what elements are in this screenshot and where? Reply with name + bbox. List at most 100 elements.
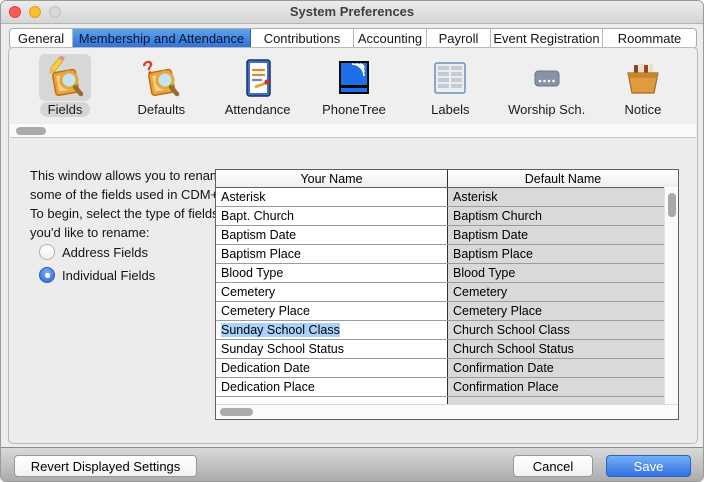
preferences-tab-bar: General Membership and Attendance Contri… (9, 28, 697, 49)
your-name-cell[interactable]: Blood Type (216, 264, 448, 282)
title-bar: System Preferences (1, 1, 703, 24)
toolbar-label-attendance: Attendance (217, 102, 299, 117)
zoom-button (49, 6, 61, 18)
table-row: Baptism Place Baptism Place (216, 245, 678, 264)
your-name-cell[interactable]: Sunday School Class (216, 321, 448, 339)
default-name-cell: Confirmation Place (448, 378, 678, 396)
radio-individual-fields[interactable]: Individual Fields (39, 267, 155, 283)
toolbar-label-phonetree: PhoneTree (314, 102, 394, 117)
default-name-text: Church School Class (453, 323, 570, 337)
your-name-cell[interactable]: Dedication Place (216, 378, 448, 396)
your-name-cell[interactable]: Cemetery (216, 283, 448, 301)
table-horizontal-scrollbar[interactable] (216, 404, 678, 419)
your-name-cell[interactable]: Dedication Date (216, 359, 448, 377)
tab-roommate[interactable]: Roommate (603, 29, 696, 48)
tab-membership-and-attendance[interactable]: Membership and Attendance (73, 29, 251, 48)
your-name-text: Cemetery (221, 285, 275, 299)
table-row: Baptism Date Baptism Date (216, 226, 678, 245)
your-name-cell[interactable]: Cemetery Place (216, 302, 448, 320)
fields-icon (39, 54, 91, 101)
radio-button-selected[interactable] (39, 267, 55, 283)
worship-schedule-icon (521, 54, 573, 101)
fields-table: Your Name Default Name Asterisk Asterisk… (215, 169, 679, 420)
your-name-text: Baptism Place (221, 247, 301, 261)
tab-general[interactable]: General (10, 29, 73, 48)
default-name-cell: Blood Type (448, 264, 678, 282)
default-name-cell: Asterisk (448, 188, 678, 206)
phonetree-icon (328, 54, 380, 101)
tab-contributions[interactable]: Contributions (251, 29, 354, 48)
table-body: Asterisk Asterisk Bapt. Church Baptism C… (216, 188, 678, 397)
default-name-cell: Baptism Place (448, 245, 678, 263)
radio-button-unselected[interactable] (39, 244, 55, 260)
your-name-cell[interactable]: Bapt. Church (216, 207, 448, 225)
default-name-text: Church School Status (453, 342, 574, 356)
toolbar-item-phonetree[interactable]: PhoneTree (308, 54, 400, 124)
toolbar-item-fields[interactable]: Fields (19, 54, 111, 124)
notice-icon (617, 54, 669, 101)
table-row: Dedication Date Confirmation Date (216, 359, 678, 378)
table-hscroll-thumb[interactable] (220, 408, 253, 416)
cancel-button[interactable]: Cancel (513, 455, 593, 477)
toolbar-label-worship-schedule: Worship Sch. (500, 102, 593, 117)
toolbar-item-defaults[interactable]: ? Defaults (115, 54, 207, 124)
default-name-cell: Cemetery Place (448, 302, 678, 320)
save-button[interactable]: Save (606, 455, 691, 477)
default-name-cell: Confirmation Date (448, 359, 678, 377)
column-header-default-name[interactable]: Default Name (448, 170, 678, 187)
your-name-cell[interactable]: Baptism Date (216, 226, 448, 244)
table-row: Blood Type Blood Type (216, 264, 678, 283)
tab-payroll[interactable]: Payroll (427, 29, 491, 48)
close-button[interactable] (9, 6, 21, 18)
table-row: Cemetery Place Cemetery Place (216, 302, 678, 321)
table-vertical-scrollbar[interactable] (664, 187, 678, 405)
tab-event-registration[interactable]: Event Registration (491, 29, 603, 48)
membership-pane: Fields ? Defaults (8, 47, 698, 444)
default-name-text: Baptism Place (453, 247, 533, 261)
default-name-cell: Church School Class (448, 321, 678, 339)
revert-displayed-settings-button[interactable]: Revert Displayed Settings (14, 455, 197, 477)
table-header: Your Name Default Name (216, 170, 678, 188)
labels-icon (424, 54, 476, 101)
toolbar-item-labels[interactable]: Labels (404, 54, 496, 124)
default-name-cell: Church School Status (448, 340, 678, 358)
tab-accounting[interactable]: Accounting (354, 29, 427, 48)
system-preferences-window: System Preferences General Membership an… (0, 0, 704, 482)
default-name-text: Asterisk (453, 190, 497, 204)
column-header-your-name[interactable]: Your Name (216, 170, 448, 187)
radio-label-individual-fields: Individual Fields (62, 268, 155, 283)
table-vscroll-thumb[interactable] (668, 193, 676, 217)
default-name-text: Confirmation Place (453, 380, 559, 394)
toolbar-scrollbar-thumb[interactable] (16, 127, 46, 135)
your-name-cell[interactable]: Asterisk (216, 188, 448, 206)
radio-label-address-fields: Address Fields (62, 245, 148, 260)
your-name-text: Sunday School Class (221, 323, 340, 337)
toolbar-item-attendance[interactable]: Attendance (212, 54, 304, 124)
minimize-button[interactable] (29, 6, 41, 18)
your-name-cell[interactable]: Sunday School Status (216, 340, 448, 358)
table-row: Dedication Place Confirmation Place (216, 378, 678, 397)
your-name-text: Sunday School Status (221, 342, 344, 356)
your-name-text: Baptism Date (221, 228, 296, 242)
your-name-text: Blood Type (221, 266, 283, 280)
table-row: Asterisk Asterisk (216, 188, 678, 207)
table-row: Sunday School Class Church School Class (216, 321, 678, 340)
default-name-cell: Cemetery (448, 283, 678, 301)
your-name-text: Dedication Date (221, 361, 310, 375)
radio-address-fields[interactable]: Address Fields (39, 244, 148, 260)
your-name-cell[interactable]: Baptism Place (216, 245, 448, 263)
toolbar-label-defaults: Defaults (129, 102, 193, 117)
toolbar-horizontal-scrollbar[interactable] (10, 124, 696, 138)
window-title: System Preferences (1, 1, 703, 22)
intro-text: This window allows you to rename some of… (30, 166, 228, 242)
toolbar-label-labels: Labels (423, 102, 477, 117)
table-row: Cemetery Cemetery (216, 283, 678, 302)
toolbar-item-notice[interactable]: Notice (597, 54, 689, 124)
default-name-text: Blood Type (453, 266, 515, 280)
your-name-text: Bapt. Church (221, 209, 294, 223)
toolbar-label-notice: Notice (617, 102, 670, 117)
toolbar-item-worship-schedule[interactable]: Worship Sch. (501, 54, 593, 124)
svg-text:?: ? (141, 56, 159, 80)
table-row: Bapt. Church Baptism Church (216, 207, 678, 226)
default-name-cell: Baptism Date (448, 226, 678, 244)
